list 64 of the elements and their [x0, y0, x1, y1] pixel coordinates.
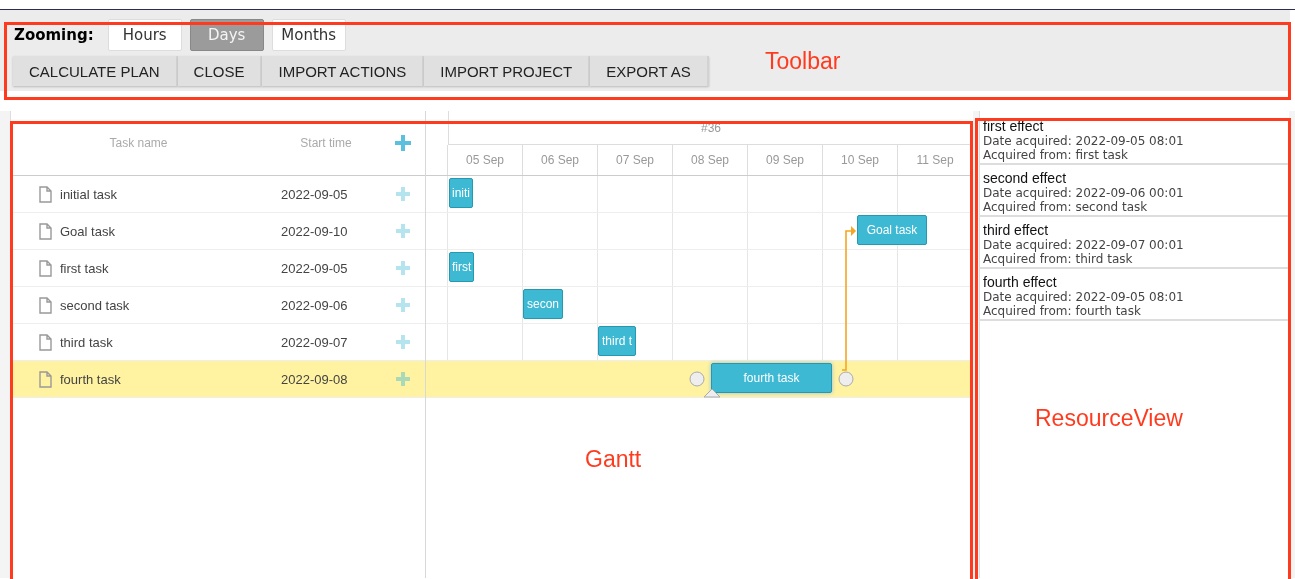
day-label: 06 Sep: [523, 145, 598, 175]
acquired-from: Acquired from: fourth task: [983, 304, 1142, 318]
file-icon: [39, 296, 52, 314]
file-icon: [39, 185, 52, 203]
acquired-from: Acquired from: second task: [983, 200, 1149, 214]
start-time: 2022-09-07: [281, 334, 349, 350]
resource-title: first effect: [983, 118, 1045, 134]
date-acquired: Date acquired: 2022-09-07 00:01: [983, 238, 1185, 252]
day-label: 10 Sep: [823, 145, 898, 175]
task-row[interactable]: second task 2022-09-06: [11, 287, 425, 324]
task-row[interactable]: initial task 2022-09-05: [11, 176, 425, 213]
date-acquired: Date acquired: 2022-09-05 08:01: [983, 290, 1185, 304]
annotation-label: Gantt: [585, 446, 642, 473]
day-label: 11 Sep: [898, 145, 973, 175]
task-row[interactable]: Goal task 2022-09-10: [11, 213, 425, 250]
add-icon: [395, 260, 411, 276]
zoom-button[interactable]: Hours: [107, 19, 182, 51]
column-header: Task name: [108, 136, 169, 150]
day-label: 09 Sep: [748, 145, 823, 175]
file-icon: [39, 370, 52, 388]
annotation-label: ResourceView: [1035, 405, 1183, 432]
zoom-label: Zooming:: [14, 26, 94, 44]
add-icon: [395, 371, 411, 387]
action-button[interactable]: EXPORT AS: [590, 56, 709, 86]
start-time: 2022-09-05: [281, 186, 349, 202]
start-time: 2022-09-08: [281, 371, 349, 387]
file-icon: [39, 259, 52, 277]
task-row[interactable]: first task 2022-09-05: [11, 250, 425, 287]
resource-title: second effect: [983, 170, 1068, 186]
annotation-label: Toolbar: [765, 48, 841, 75]
day-label: 07 Sep: [598, 145, 673, 175]
file-icon: [39, 222, 52, 240]
action-button[interactable]: CALCULATE PLAN: [13, 56, 178, 86]
day-label: 05 Sep: [448, 145, 523, 175]
resource-title: fourth effect: [983, 274, 1058, 290]
task-name: second task: [60, 297, 130, 313]
task-name: fourth task: [60, 371, 121, 387]
start-time: 2022-09-10: [281, 223, 349, 239]
task-name: initial task: [60, 186, 118, 202]
task-name: third task: [60, 334, 113, 350]
start-time: 2022-09-06: [281, 297, 349, 313]
date-acquired: Date acquired: 2022-09-06 00:01: [983, 186, 1185, 200]
add-icon: [395, 186, 411, 202]
zoom-button[interactable]: Months: [271, 19, 346, 51]
add-icon: [394, 134, 412, 152]
acquired-from: Acquired from: third task: [983, 252, 1134, 266]
column-header: Start time: [299, 136, 353, 150]
resource-title: third effect: [983, 222, 1050, 238]
file-icon: [39, 333, 52, 351]
link-handle: [689, 371, 705, 387]
action-button[interactable]: CLOSE: [177, 56, 263, 86]
add-icon: [395, 334, 411, 350]
link-handle: [838, 371, 854, 387]
action-button[interactable]: IMPORT ACTIONS: [262, 56, 425, 86]
acquired-from: Acquired from: first task: [983, 148, 1129, 162]
task-row[interactable]: fourth task 2022-09-08: [11, 361, 425, 398]
day-label: 08 Sep: [673, 145, 748, 175]
task-name: first task: [60, 260, 109, 276]
date-acquired: Date acquired: 2022-09-05 08:01: [983, 134, 1185, 148]
add-icon: [395, 223, 411, 239]
task-name: Goal task: [60, 223, 115, 239]
start-time: 2022-09-05: [281, 260, 349, 276]
action-button[interactable]: IMPORT PROJECT: [424, 56, 591, 86]
add-icon: [395, 297, 411, 313]
